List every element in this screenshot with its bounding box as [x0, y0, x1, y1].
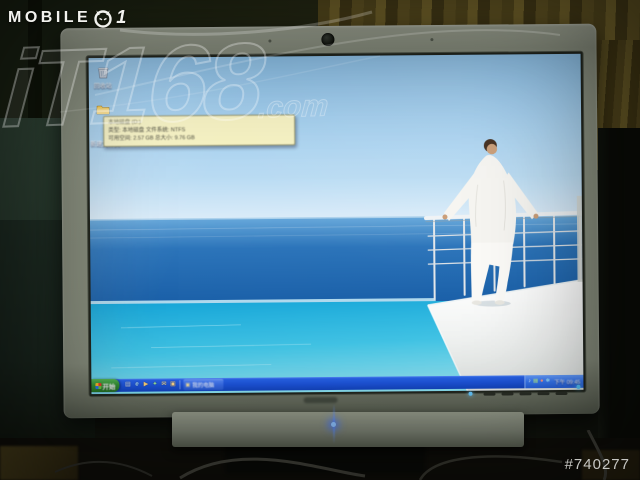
mail-icon[interactable]: ✉ — [160, 380, 167, 389]
bezel-led-icon — [468, 392, 472, 396]
soundbar — [172, 412, 524, 447]
media-player-icon[interactable]: ▶ — [142, 381, 149, 390]
folder-quicklaunch-icon[interactable]: ▣ — [169, 380, 176, 389]
quick-launch: ▤ e ▶ ✦ ✉ ▣ — [124, 380, 176, 389]
photo-id: #740277 — [565, 456, 630, 473]
show-desktop-icon[interactable]: ▤ — [124, 381, 131, 390]
monitor-brand-logo — [304, 397, 338, 403]
start-button[interactable]: 开始 — [91, 379, 119, 392]
volume-icon[interactable]: ♪ — [528, 377, 531, 386]
mobile01-text: MOBILE — [8, 9, 91, 27]
it168-watermark: iT168.com — [0, 24, 334, 144]
network-icon[interactable]: ▦ — [533, 377, 538, 386]
monitor-control-buttons — [484, 392, 576, 397]
taskbar-separator — [179, 380, 180, 389]
it168-text: iT168 — [0, 20, 264, 150]
it168-tld: .com — [257, 89, 329, 125]
photo-scene: 回收站 新建文件夹 本地磁盘 (D:) 类型: 本地磁盘 文件系统: NTFS … — [0, 0, 640, 480]
power-led-icon — [576, 385, 580, 389]
window-icon: ▣ — [185, 382, 190, 388]
system-tray: ♪ ▦ ● ✱ 下午 09:45 — [524, 375, 583, 389]
messenger-icon[interactable]: ✦ — [151, 381, 158, 390]
soundbar-led-icon — [331, 422, 336, 427]
task-button-label: 我的电脑 — [192, 381, 214, 389]
start-label: 开始 — [102, 380, 115, 390]
windows-flag-icon — [95, 383, 101, 389]
antivirus-icon[interactable]: ● — [540, 377, 543, 386]
ie-icon[interactable]: e — [133, 381, 140, 390]
task-button[interactable]: ▣ 我的电脑 — [183, 379, 223, 390]
dark-object-right — [598, 128, 640, 443]
messenger-tray-icon[interactable]: ✱ — [545, 377, 550, 386]
